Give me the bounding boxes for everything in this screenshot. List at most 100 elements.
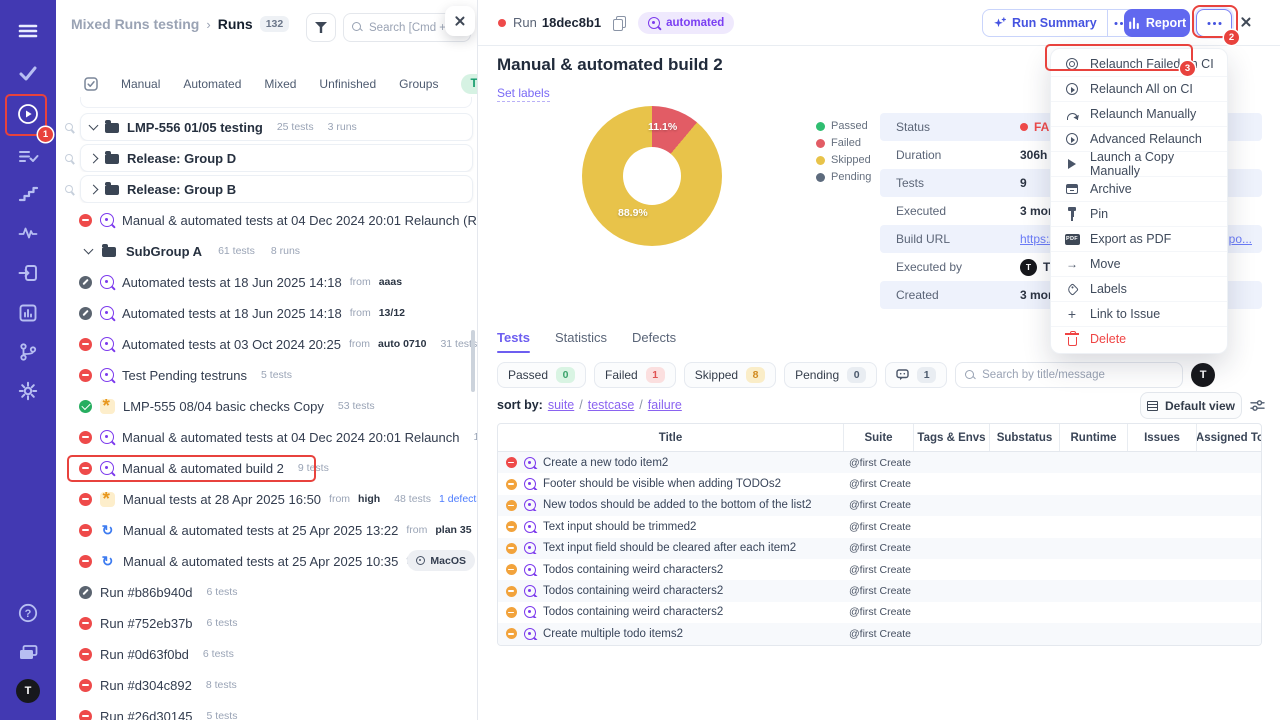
- col-title[interactable]: Title: [498, 424, 843, 451]
- build-url-tail[interactable]: po...: [1229, 232, 1252, 246]
- tasks-check-icon[interactable]: [13, 58, 43, 88]
- branch-icon[interactable]: [13, 337, 43, 367]
- filter-pending[interactable]: Pending0: [784, 362, 877, 388]
- run-subgroup-row[interactable]: SubGroup A61 tests8 runs: [56, 237, 478, 265]
- analytics-icon[interactable]: [13, 298, 43, 328]
- run-group-row[interactable]: Release: Group B: [56, 175, 478, 203]
- run-list-item[interactable]: Manual tests at 28 Apr 2025 16:50fromhig…: [56, 485, 478, 513]
- tab-statistics[interactable]: Statistics: [555, 330, 607, 345]
- filter-passed[interactable]: Passed0: [497, 362, 586, 388]
- sort-by-label: sort by:: [497, 398, 543, 412]
- steps-icon[interactable]: [13, 179, 43, 209]
- copy-icon[interactable]: [613, 16, 624, 29]
- run-list-item-selected[interactable]: Manual & automated build 29 tests: [56, 454, 478, 482]
- table-row[interactable]: Create multiple todo items2@first Create…: [498, 623, 1261, 644]
- run-list-item[interactable]: Run #26d301455 tests: [56, 702, 478, 720]
- menu-item-relaunch-manually[interactable]: Relaunch Manually: [1051, 101, 1227, 126]
- filter-comments[interactable]: 1: [885, 362, 947, 388]
- table-row[interactable]: Footer should be visible when adding TOD…: [498, 473, 1261, 494]
- pulse-icon[interactable]: [13, 218, 43, 248]
- tab-defects[interactable]: Defects: [632, 330, 676, 345]
- col-assigned-to[interactable]: Assigned To: [1196, 424, 1262, 451]
- table-row[interactable]: Text input should be trimmed2@first Crea…: [498, 516, 1261, 537]
- checklist-icon[interactable]: [13, 141, 43, 171]
- scrollbar-thumb[interactable]: [471, 330, 475, 392]
- breadcrumb-project[interactable]: Mixed Runs testing: [71, 16, 199, 32]
- chevron-down-icon[interactable]: [89, 121, 99, 131]
- run-list-item[interactable]: Automated tests at 18 Jun 2025 14:18from…: [56, 299, 478, 327]
- col-substatus[interactable]: Substatus: [989, 424, 1059, 451]
- filter-failed[interactable]: Failed1: [594, 362, 676, 388]
- assignee-avatar[interactable]: T: [1191, 363, 1215, 387]
- menu-item-launch-copy-manually[interactable]: Launch a Copy Manually: [1051, 151, 1227, 176]
- menu-icon[interactable]: [13, 16, 43, 46]
- test-runs-play-icon[interactable]: [13, 99, 43, 129]
- default-view-button[interactable]: Default view: [1140, 392, 1242, 419]
- run-list-item[interactable]: Test Pending testruns5 tests: [56, 361, 478, 389]
- panel-close-button[interactable]: [445, 6, 475, 36]
- breadcrumb-page[interactable]: Runs: [218, 16, 253, 32]
- report-button[interactable]: Report: [1124, 9, 1190, 37]
- sort-testcase-link[interactable]: testcase: [588, 398, 635, 412]
- tab-manual[interactable]: Manual: [121, 77, 160, 91]
- menu-item-link-to-issue[interactable]: +Link to Issue: [1051, 301, 1227, 326]
- tests-search-input[interactable]: [982, 369, 1152, 381]
- run-list-item[interactable]: Automated tests at 03 Oct 2024 20:25from…: [56, 330, 478, 358]
- menu-item-delete[interactable]: Delete: [1051, 326, 1227, 351]
- menu-item-archive[interactable]: Archive: [1051, 176, 1227, 201]
- col-tags-envs[interactable]: Tags & Envs: [913, 424, 989, 451]
- run-summary-button[interactable]: Run Summary: [982, 9, 1136, 37]
- col-issues[interactable]: Issues: [1127, 424, 1196, 451]
- filter-skipped[interactable]: Skipped8: [684, 362, 776, 388]
- menu-item-relaunch-all-on-ci[interactable]: Relaunch All on CI: [1051, 76, 1227, 101]
- table-row[interactable]: Todos containing weird characters2@first…: [498, 602, 1261, 623]
- run-list-item[interactable]: Run #b86b940d6 tests: [56, 578, 478, 606]
- tab-unfinished[interactable]: Unfinished: [319, 77, 376, 91]
- set-labels-link[interactable]: Set labels: [497, 86, 550, 102]
- tab-groups[interactable]: Groups: [399, 77, 438, 91]
- run-list-item[interactable]: LMP-555 08/04 basic checks Copy53 tests: [56, 392, 478, 420]
- run-list-item[interactable]: Run #0d63f0bd6 tests: [56, 640, 478, 668]
- run-list-item[interactable]: Run #d304c8928 tests: [56, 671, 478, 699]
- run-group-row[interactable]: Release: Group D: [56, 144, 478, 172]
- run-list-item[interactable]: Automated tests at 18 Jun 2025 14:18from…: [56, 268, 478, 296]
- chevron-right-icon[interactable]: [89, 153, 99, 163]
- tab-tests[interactable]: Tests: [497, 330, 530, 345]
- table-row[interactable]: New todos should be added to the bottom …: [498, 495, 1261, 516]
- chevron-right-icon[interactable]: [89, 184, 99, 194]
- col-runtime[interactable]: Runtime: [1059, 424, 1127, 451]
- sort-suite-link[interactable]: suite: [548, 398, 574, 412]
- run-list-item[interactable]: Manual & automated tests at 04 Dec 2024 …: [56, 206, 478, 234]
- import-icon[interactable]: [13, 258, 43, 288]
- menu-item-pin[interactable]: Pin: [1051, 201, 1227, 226]
- table-row[interactable]: Todos containing weird characters2@first…: [498, 559, 1261, 580]
- help-icon[interactable]: ?: [13, 598, 43, 628]
- view-settings-icon[interactable]: [1250, 399, 1265, 417]
- tab-automated[interactable]: Automated: [183, 77, 241, 91]
- defects-link[interactable]: 1 defects: [439, 493, 478, 505]
- sort-failure-link[interactable]: failure: [648, 398, 682, 412]
- projects-icon[interactable]: [13, 637, 43, 667]
- col-suite[interactable]: Suite: [843, 424, 913, 451]
- menu-item-labels[interactable]: Labels: [1051, 276, 1227, 301]
- menu-item-export-pdf[interactable]: PDFExport as PDF: [1051, 226, 1227, 251]
- tests-search[interactable]: [955, 362, 1183, 388]
- tab-mixed[interactable]: Mixed: [264, 77, 296, 91]
- run-list-item[interactable]: ↻Manual & automated tests at 25 Apr 2025…: [56, 516, 478, 544]
- menu-item-move[interactable]: →Move: [1051, 251, 1227, 276]
- menu-item-advanced-relaunch[interactable]: Advanced Relaunch: [1051, 126, 1227, 151]
- bulk-select-icon[interactable]: [84, 77, 98, 91]
- user-avatar[interactable]: T: [16, 679, 40, 703]
- run-list-item[interactable]: Manual & automated tests at 04 Dec 2024 …: [56, 423, 478, 451]
- tab-today-chip[interactable]: To: [461, 74, 478, 94]
- run-list-item[interactable]: Run #752eb37b6 tests: [56, 609, 478, 637]
- run-list-item[interactable]: ↻Manual & automated tests at 25 Apr 2025…: [56, 547, 478, 575]
- table-row[interactable]: Text input field should be cleared after…: [498, 538, 1261, 559]
- run-group-row[interactable]: LMP-556 01/05 testing25 tests3 runs: [56, 113, 478, 141]
- settings-icon[interactable]: [13, 376, 43, 406]
- chevron-down-icon[interactable]: [84, 245, 94, 255]
- table-row[interactable]: Create a new todo item2@first Create ...: [498, 452, 1261, 473]
- menu-item-relaunch-failed-on-ci[interactable]: Relaunch Failed on CI: [1051, 51, 1227, 76]
- table-row[interactable]: Todos containing weird characters2@first…: [498, 580, 1261, 601]
- filter-button[interactable]: [306, 13, 336, 42]
